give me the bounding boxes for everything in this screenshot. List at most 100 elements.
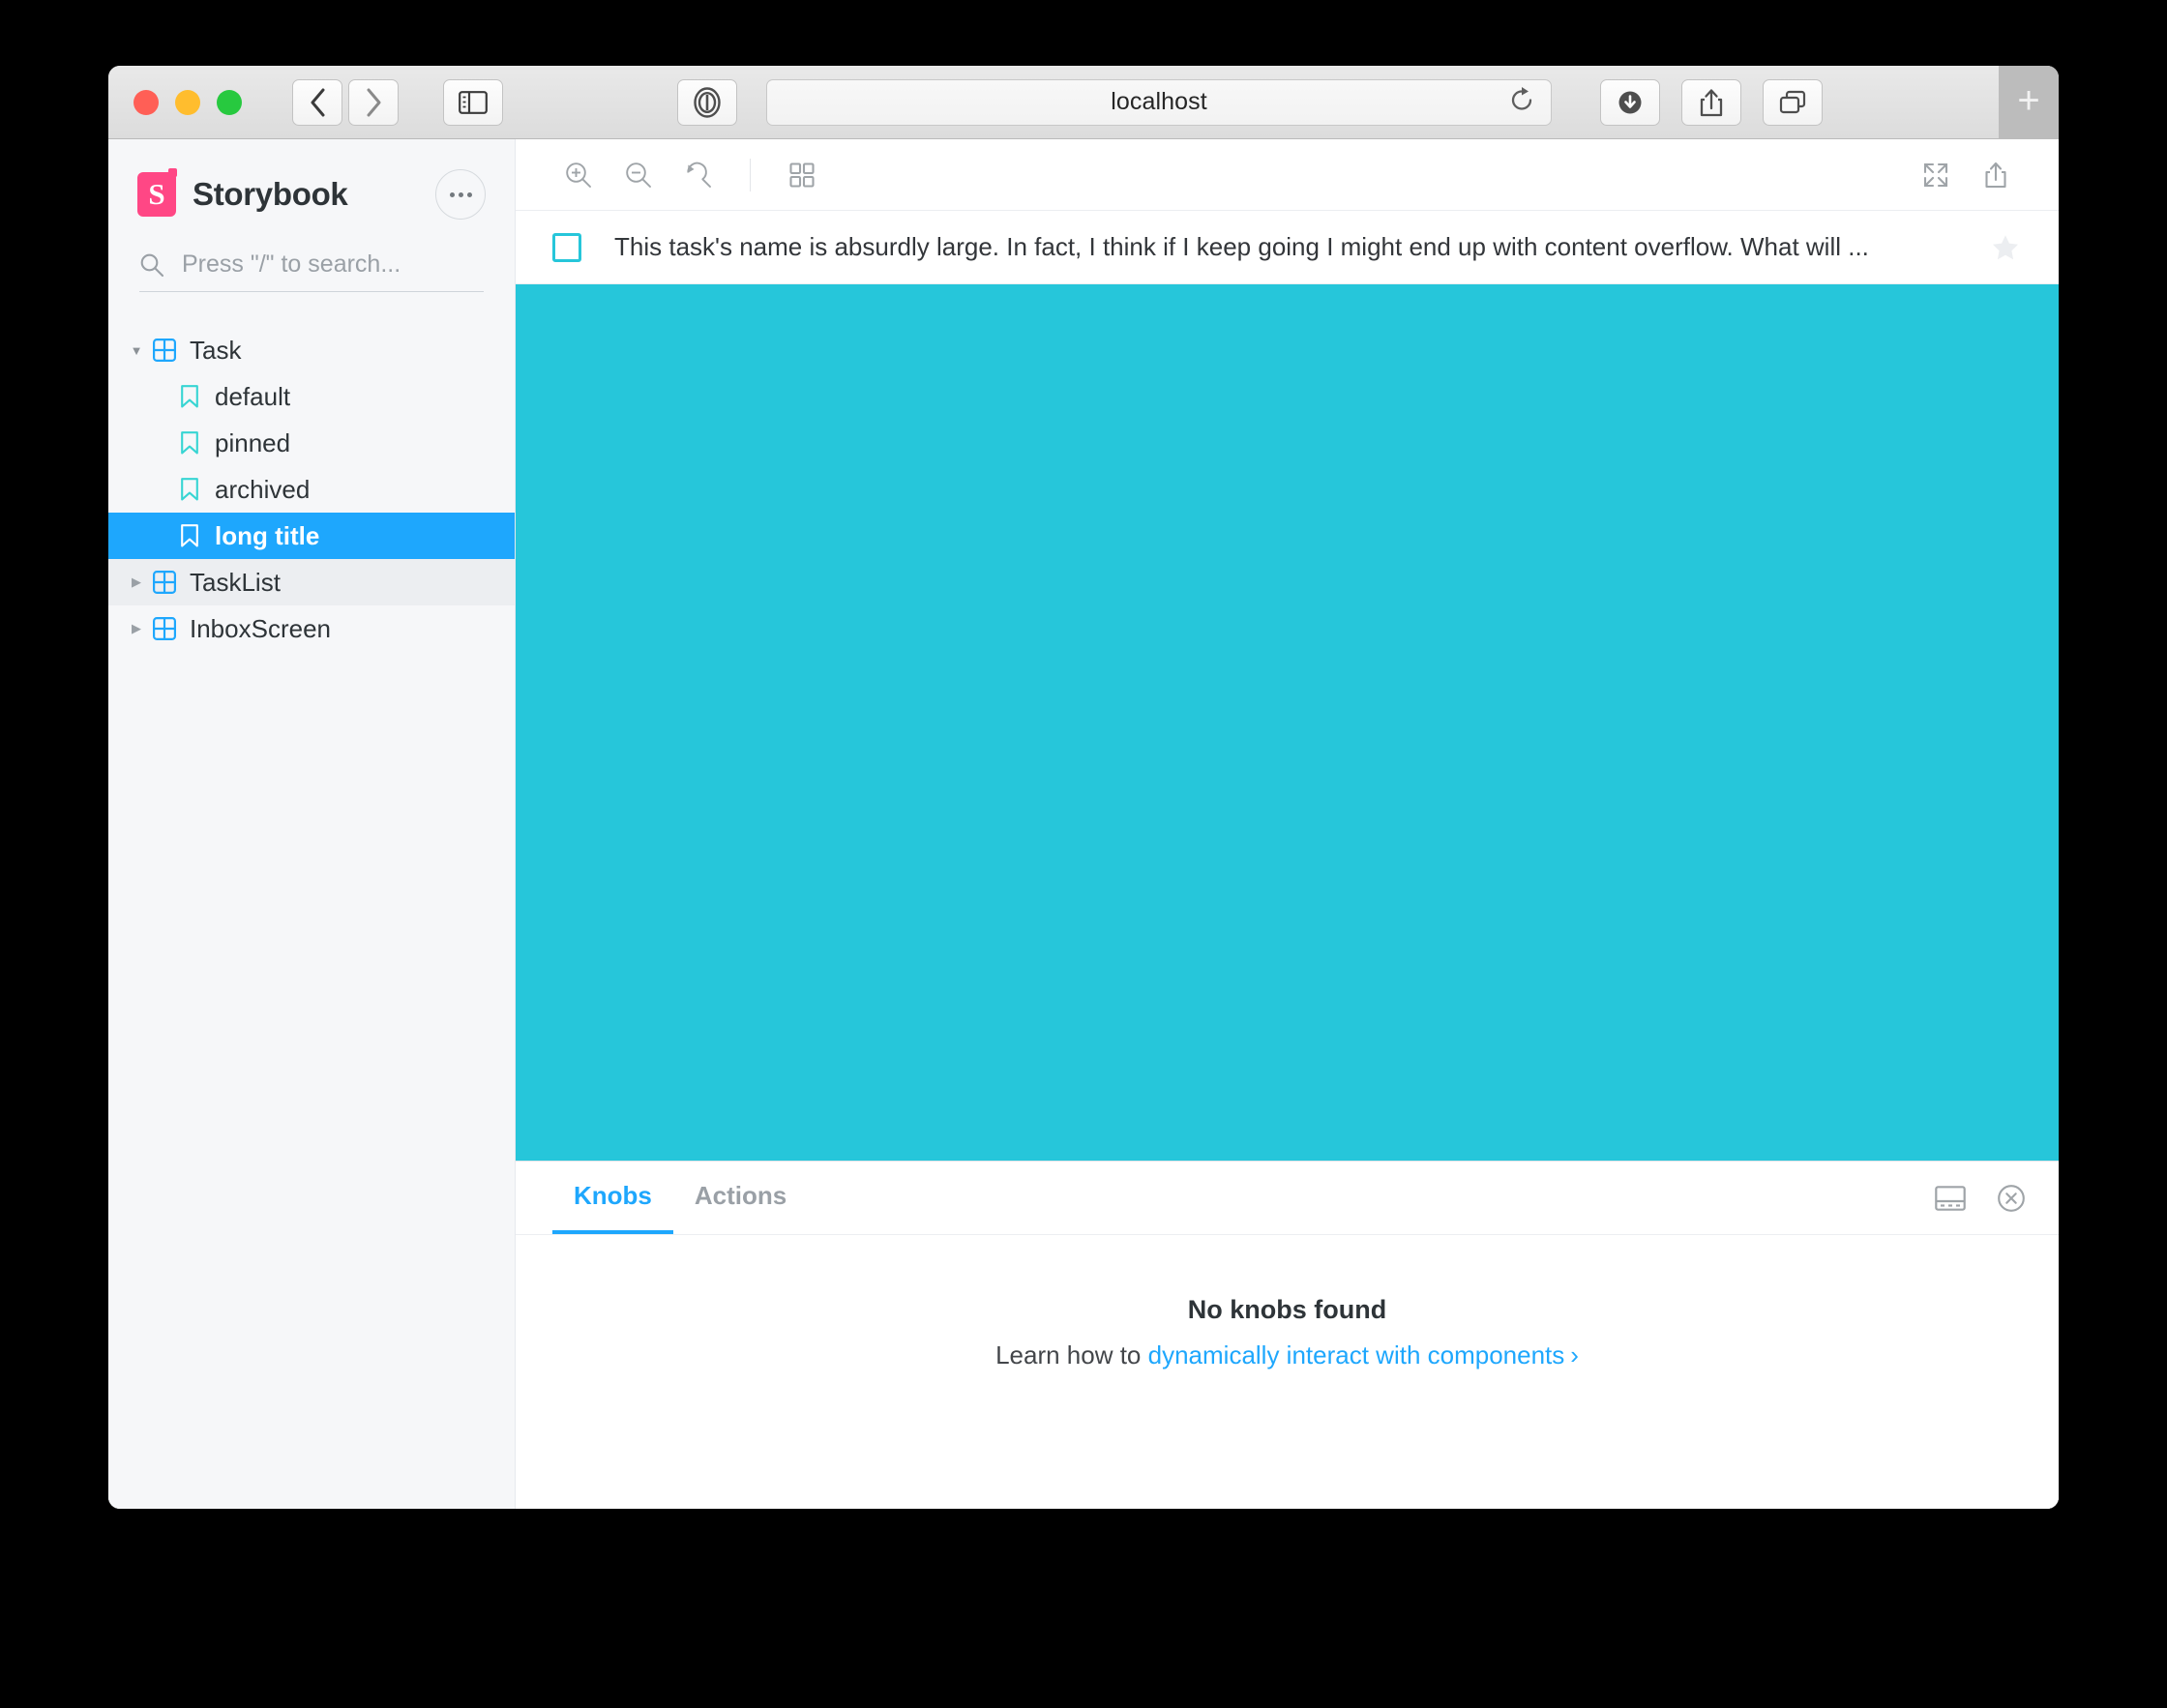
empty-state-prefix: Learn how to [995,1340,1142,1369]
tree-item-default[interactable]: default [108,373,515,420]
open-in-new-tab-icon [1985,162,2006,188]
forward-button[interactable] [348,78,399,126]
sidebar-toggle-icon [459,90,488,114]
panel-position-button[interactable] [1935,1185,1966,1211]
downloads-icon [1618,91,1642,113]
tree-item-pinned[interactable]: pinned [108,420,515,466]
pin-task-star-button[interactable] [1991,233,2020,262]
task-row: This task's name is absurdly large. In f… [516,211,2059,284]
chevron-right-icon [367,88,380,116]
chevron-left-icon [311,88,324,116]
tree-item-label: default [215,382,291,411]
component-grid-icon [153,571,176,594]
empty-state-title: No knobs found [1187,1295,1387,1324]
browser-window: localhost + S Storybook Press "/" to sea… [108,66,2059,1509]
preview-area: This task's name is absurdly large. In f… [516,139,2059,1509]
sidebar-header: S Storybook [108,164,515,224]
caret-right-icon: ▶ [132,621,141,635]
password-manager-wrap [677,78,737,126]
search-row[interactable] [139,250,484,292]
back-button[interactable] [292,78,342,126]
password-manager-button[interactable] [677,78,737,126]
zoom-reset-button[interactable] [668,150,728,200]
storybook-sidebar: S Storybook ▼ [108,139,516,1509]
toolbar-right-buttons [1600,78,1823,126]
tab-overview-button[interactable] [1763,78,1823,126]
zoom-out-button[interactable] [609,150,668,200]
tab-label: Actions [694,1181,787,1210]
close-panel-button[interactable] [1997,1184,2026,1213]
knobs-docs-link[interactable]: dynamically interact with components [1148,1340,1565,1369]
tree-item-label: long title [215,521,320,550]
tab-label: Knobs [574,1181,652,1210]
preview-toolbar-right [1906,150,2026,200]
story-tree: ▼ Task default pinned archived long titl… [108,327,515,652]
url-text: localhost [1111,88,1207,115]
close-panel-icon [1998,1184,2025,1212]
component-grid-icon [153,617,176,640]
sidebar-toggle-wrap [443,78,503,126]
logo-letter: S [148,177,165,211]
zoom-in-icon [566,162,591,188]
story-canvas [516,284,2059,1161]
fullscreen-button[interactable] [1906,150,1966,200]
toolbar-divider [750,158,751,191]
component-grid-icon [153,339,176,362]
fullscreen-icon [1923,162,1948,187]
navigation-buttons [292,78,399,126]
brand-title: Storybook [193,176,348,212]
addons-panel: Knobs Actions No knobs found Learn how t… [516,1161,2059,1509]
tree-item-inboxscreen[interactable]: ▶ InboxScreen [108,605,515,652]
ellipsis-icon [449,191,472,197]
chevron-right-icon: › [1570,1340,1579,1369]
storybook-logo-icon: S [137,168,177,217]
browser-toolbar: localhost + [108,66,2059,139]
story-bookmark-icon [180,385,199,408]
minimize-window-button[interactable] [175,89,200,115]
panel-controls [1935,1162,2059,1234]
downloads-button[interactable] [1600,78,1660,126]
tree-item-archived[interactable]: archived [108,466,515,513]
star-icon [1993,234,2018,259]
grid-background-button[interactable] [772,150,832,200]
share-icon [1700,88,1723,116]
story-bookmark-icon [180,524,199,547]
tree-item-label: InboxScreen [190,614,331,643]
open-in-new-tab-button[interactable] [1966,150,2026,200]
new-tab-button[interactable]: + [1999,66,2059,139]
addon-tabs: Knobs Actions [516,1162,2059,1235]
zoom-in-button[interactable] [549,150,609,200]
storybook-app: S Storybook ▼ [108,139,2059,1509]
more-options-button[interactable] [435,169,486,220]
url-bar[interactable]: localhost [766,78,1552,126]
tab-knobs[interactable]: Knobs [552,1162,673,1234]
tree-item-label: archived [215,475,311,504]
addons-panel-body: No knobs found Learn how to dynamically … [516,1235,2059,1509]
reload-icon [1511,86,1532,110]
zoom-out-icon [626,162,651,188]
story-bookmark-icon [180,478,199,501]
empty-state-subtitle: Learn how to dynamically interact with c… [995,1340,1579,1370]
tree-item-label: pinned [215,428,291,457]
tree-item-task[interactable]: ▼ Task [108,327,515,373]
close-window-button[interactable] [134,89,159,115]
search-input[interactable] [180,250,484,280]
task-title: This task's name is absurdly large. In f… [614,232,1869,261]
maximize-window-button[interactable] [217,89,242,115]
tree-item-long-title[interactable]: long title [108,513,515,559]
tree-item-tasklist[interactable]: ▶ TaskList [108,559,515,605]
tab-actions[interactable]: Actions [673,1162,808,1234]
tab-overview-icon [1779,90,1806,113]
reload-button[interactable] [1508,86,1535,118]
1password-icon [694,86,721,118]
sidebar-toggle-button[interactable] [443,78,503,126]
caret-right-icon: ▶ [132,574,141,589]
tree-item-label: Task [190,336,242,365]
preview-toolbar [516,139,2059,211]
tree-item-label: TaskList [190,568,281,597]
caret-down-icon: ▼ [130,342,143,358]
grid-background-icon [789,162,815,188]
task-checkbox[interactable] [552,232,581,262]
share-button[interactable] [1681,78,1741,126]
story-bookmark-icon [180,431,199,455]
